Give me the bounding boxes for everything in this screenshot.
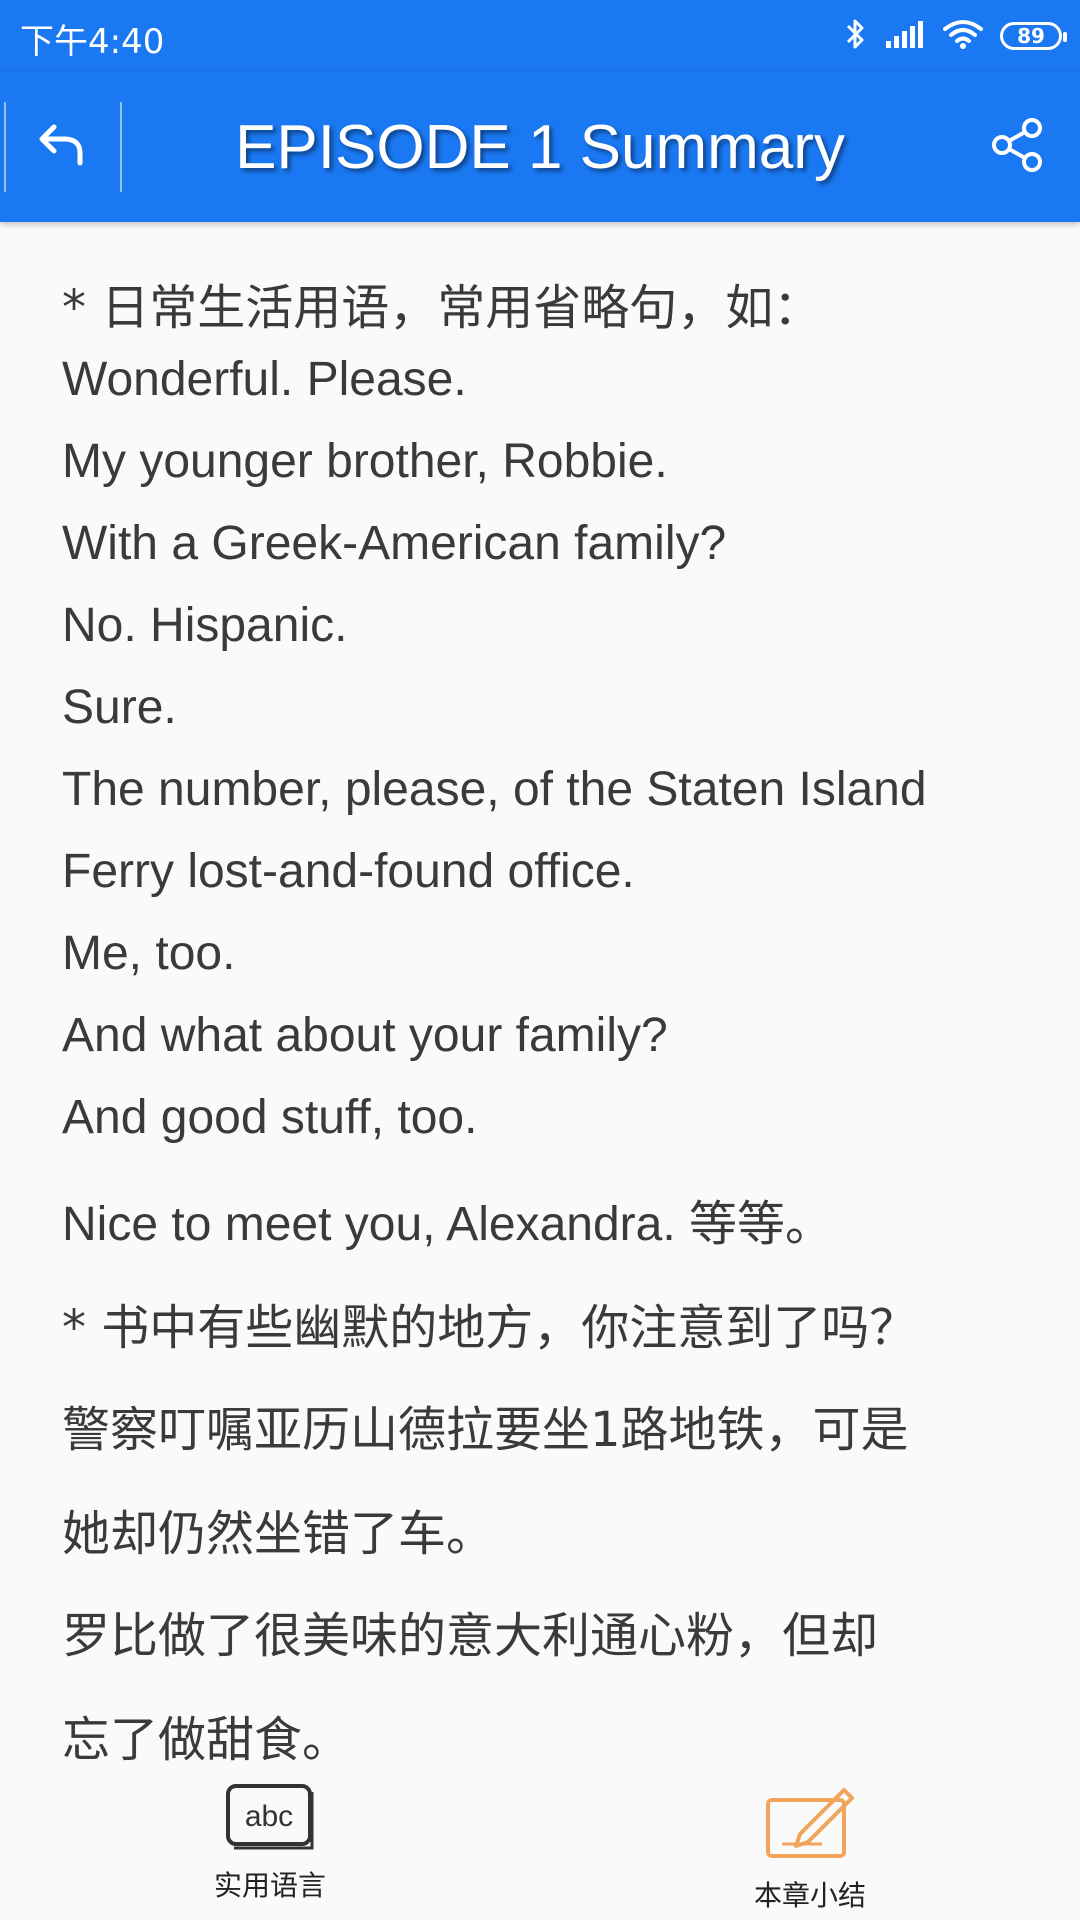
page-title: EPISODE 1 Summary (235, 113, 845, 182)
text-line: * 日常生活用语，常用省略句，如： (62, 280, 822, 336)
signal-icon (884, 19, 926, 53)
text-line: 罗比做了很美味的意大利通心粉，但却 (62, 1608, 879, 1664)
tab-label: 实用语言 (213, 1869, 326, 1902)
status-icons: 89 (844, 14, 1067, 58)
summary-content[interactable]: * 日常生活用语，常用省略句，如： Wonderful. Please. My … (0, 222, 1080, 1762)
tab-practical-language[interactable]: abc 实用语言 (160, 1782, 380, 1904)
text-line: And good stuff, too. (62, 1091, 478, 1144)
text-line: Sure. (62, 681, 177, 734)
tab-label: 本章小结 (753, 1879, 866, 1912)
wifi-icon (942, 18, 984, 54)
edit-note-icon (762, 1782, 858, 1866)
text-line: And what about your family? (62, 1009, 668, 1062)
text-line: Wonderful. Please. (62, 353, 467, 406)
status-bar: 下午4:40 89 (0, 0, 1080, 72)
bottom-nav: abc 实用语言 本章小结 (0, 1762, 1080, 1920)
text-line: 警察叮嘱亚历山德拉要坐1路地铁，可是 (62, 1402, 909, 1458)
text-line: * 书中有些幽默的地方，你注意到了吗？ (62, 1300, 918, 1356)
text-line: 她却仍然坐错了车。 (62, 1506, 495, 1562)
text-line: Me, too. (62, 927, 236, 980)
text-line: 忘了做甜食。 (62, 1712, 351, 1762)
back-arrow-icon (34, 117, 90, 177)
text-line: Nice to meet you, Alexandra. 等等。 (62, 1198, 834, 1251)
text-line: With a Greek-American family? (62, 517, 727, 570)
bluetooth-icon (844, 16, 868, 56)
status-time: 下午4:40 (20, 22, 165, 62)
app-bar: EPISODE 1 Summary (0, 72, 1080, 222)
text-line: Ferry lost-and-found office. (62, 845, 635, 898)
share-button[interactable] (978, 112, 1058, 182)
abc-keyboard-icon: abc (224, 1782, 316, 1856)
back-button[interactable] (22, 112, 102, 182)
battery-icon: 89 (1000, 22, 1067, 50)
text-line: No. Hispanic. (62, 599, 348, 652)
text-line: My younger brother, Robbie. (62, 435, 668, 488)
tab-chapter-summary[interactable]: 本章小结 (700, 1782, 920, 1914)
share-icon (988, 115, 1048, 179)
svg-text:abc: abc (245, 1800, 293, 1833)
text-line: The number, please, of the Staten Island (62, 763, 927, 816)
toolbar-divider (120, 102, 122, 192)
toolbar-divider-left (4, 102, 6, 192)
